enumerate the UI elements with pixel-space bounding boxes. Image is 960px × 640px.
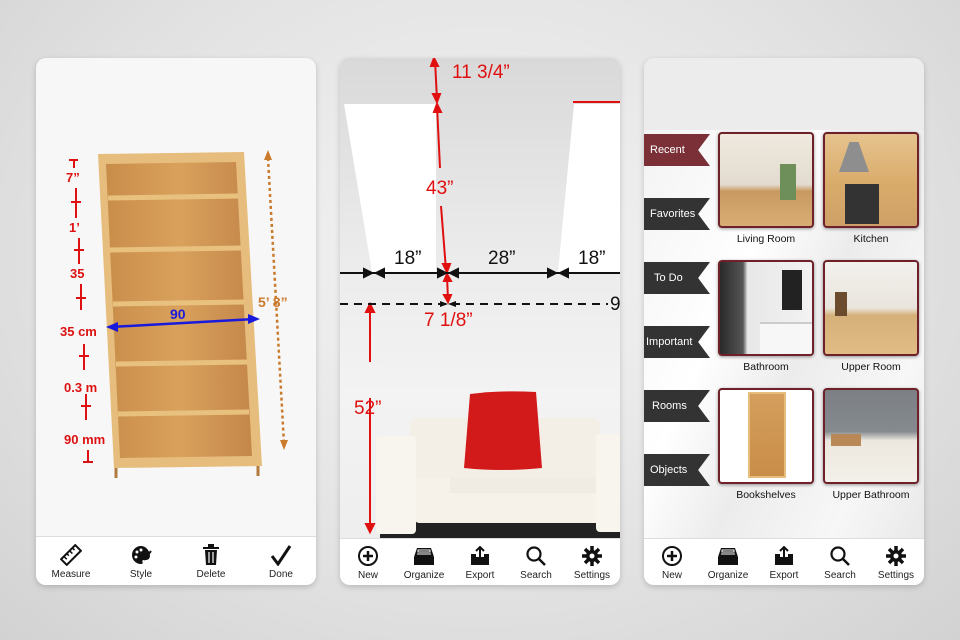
- search-icon: [829, 544, 851, 568]
- style-label: Style: [129, 568, 153, 580]
- style-button[interactable]: Style: [113, 543, 169, 580]
- palette-icon: [130, 543, 152, 567]
- export-icon: [773, 544, 795, 568]
- category-label: Recent: [650, 144, 685, 156]
- delete-label: Delete: [196, 568, 226, 580]
- plus-circle-icon: [661, 544, 683, 568]
- scale-label: 90 mm: [64, 432, 106, 447]
- thumbnail-kitchen[interactable]: [823, 132, 919, 228]
- settings-label: Settings: [877, 569, 915, 581]
- thumbnail-upper-room[interactable]: [823, 260, 919, 356]
- item-label: Kitchen: [853, 233, 889, 245]
- organize-label: Organize: [403, 569, 445, 581]
- checkmark-icon: [270, 543, 292, 567]
- scale-ruler[interactable]: [69, 159, 93, 463]
- item-label: Living Room: [736, 233, 796, 245]
- search-button[interactable]: Search: [508, 544, 564, 581]
- library-item[interactable]: Bookshelves: [718, 388, 814, 501]
- plus-circle-icon: [357, 544, 379, 568]
- ruler-icon: [60, 543, 82, 567]
- scale-label: 7”: [66, 170, 80, 185]
- library-screen: Recent Favorites To Do Important Rooms O…: [644, 58, 924, 585]
- measurement-window-height[interactable]: 43”: [426, 178, 453, 200]
- measurement-partial: 9: [610, 294, 620, 315]
- done-button[interactable]: Done: [253, 543, 309, 580]
- measure-toolbar: Measure Style Delete Done: [36, 536, 316, 585]
- organize-button[interactable]: Organize: [700, 544, 756, 581]
- item-label: Bathroom: [743, 361, 789, 373]
- new-button[interactable]: New: [340, 544, 396, 581]
- settings-button[interactable]: Settings: [868, 544, 924, 581]
- bookshelf-canvas[interactable]: 7” 1’ 35 35 cm 0.3 m 90 mm 90 5’ 8”: [36, 138, 316, 538]
- scale-label: 1’: [69, 220, 80, 235]
- item-label: Upper Room: [841, 361, 901, 373]
- export-button[interactable]: Export: [756, 544, 812, 581]
- settings-button[interactable]: Settings: [564, 544, 620, 581]
- measurement-top-gap[interactable]: 11 3/4”: [452, 62, 510, 84]
- new-label: New: [661, 569, 682, 581]
- new-button[interactable]: New: [644, 544, 700, 581]
- gear-icon: [885, 544, 907, 568]
- scale-label: 35 cm: [60, 324, 97, 339]
- search-icon: [525, 544, 547, 568]
- settings-label: Settings: [573, 569, 611, 581]
- library-item[interactable]: Kitchen: [823, 132, 919, 245]
- export-label: Export: [465, 569, 495, 581]
- room-photo-canvas[interactable]: 11 3/4” 43” 18” 28” 18” 9 7 1/8” 52”: [340, 58, 620, 539]
- measurement-floor-to-line[interactable]: 52”: [354, 398, 381, 420]
- thumbnail-bookshelves[interactable]: [718, 388, 814, 484]
- organize-label: Organize: [707, 569, 749, 581]
- library-item[interactable]: Upper Room: [823, 260, 919, 373]
- inbox-icon: [717, 544, 739, 568]
- room-screen: 11 3/4” 43” 18” 28” 18” 9 7 1/8” 52” New…: [340, 58, 620, 585]
- category-label: Favorites: [650, 208, 696, 220]
- thumbnail-bathroom[interactable]: [718, 260, 814, 356]
- search-label: Search: [824, 569, 856, 581]
- category-label: Objects: [650, 464, 688, 476]
- couch: [376, 391, 620, 539]
- measurement-left-wall[interactable]: 18”: [394, 248, 421, 270]
- done-label: Done: [269, 568, 293, 580]
- room-photo: [340, 58, 620, 539]
- thumbnail-upper-bathroom[interactable]: [823, 388, 919, 484]
- room-toolbar: New Organize Export Search Settings: [340, 538, 620, 585]
- thumbnail-living-room[interactable]: [718, 132, 814, 228]
- category-label: Important: [646, 336, 693, 348]
- library-item[interactable]: Upper Bathroom: [823, 388, 919, 501]
- height-label: 5’ 8”: [258, 294, 288, 310]
- library-item[interactable]: Bathroom: [718, 260, 814, 373]
- search-button[interactable]: Search: [812, 544, 868, 581]
- item-label: Upper Bathroom: [832, 489, 910, 501]
- scale-label: 35: [70, 266, 85, 281]
- export-label: Export: [769, 569, 799, 581]
- library-item[interactable]: Living Room: [718, 132, 814, 245]
- library-toolbar: New Organize Export Search Settings: [644, 538, 924, 585]
- measurement-window-to-line[interactable]: 7 1/8”: [424, 310, 473, 332]
- trash-icon: [202, 543, 220, 567]
- inbox-icon: [413, 544, 435, 568]
- new-label: New: [357, 569, 378, 581]
- width-label: 90: [170, 306, 186, 322]
- export-button[interactable]: Export: [452, 544, 508, 581]
- item-label: Bookshelves: [736, 489, 796, 501]
- measure-screen: 7” 1’ 35 35 cm 0.3 m 90 mm 90 5’ 8” Meas…: [36, 58, 316, 585]
- category-label: Rooms: [652, 400, 687, 412]
- organize-button[interactable]: Organize: [396, 544, 452, 581]
- measure-button[interactable]: Measure: [43, 543, 99, 580]
- measure-label: Measure: [51, 568, 91, 580]
- search-label: Search: [520, 569, 552, 581]
- export-icon: [469, 544, 491, 568]
- delete-button[interactable]: Delete: [183, 543, 239, 580]
- scale-label: 0.3 m: [64, 380, 98, 395]
- measurement-between-windows[interactable]: 28”: [488, 248, 515, 270]
- measurement-right-wall[interactable]: 18”: [578, 248, 605, 270]
- gear-icon: [581, 544, 603, 568]
- category-label: To Do: [654, 272, 683, 284]
